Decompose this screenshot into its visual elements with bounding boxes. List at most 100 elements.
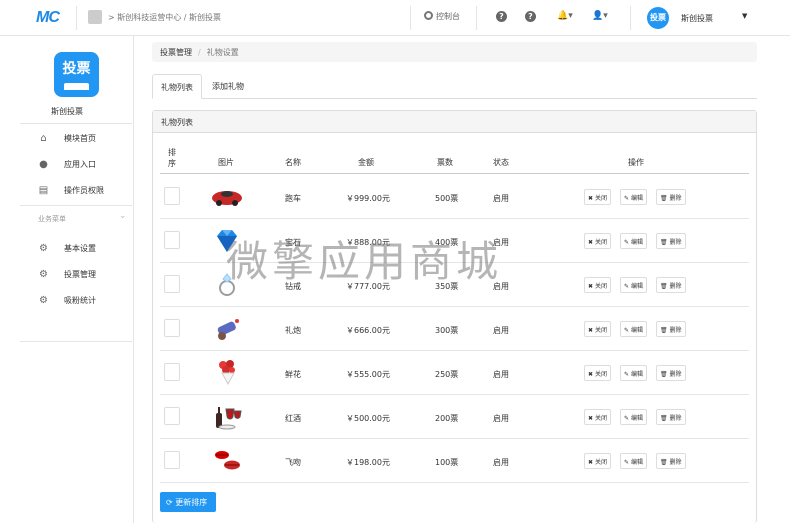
delete-button[interactable]: 🗑 删除 <box>656 321 686 337</box>
bell-icon[interactable]: 🔔▾ <box>557 11 573 21</box>
sidebar-item-settings[interactable]: ⚙ 基本设置 <box>38 240 96 256</box>
row-divider <box>160 306 749 307</box>
edit-button[interactable]: ✎ 编辑 <box>620 365 647 381</box>
close-button[interactable]: ✖ 关闭 <box>584 453 611 469</box>
sort-input[interactable] <box>164 407 180 425</box>
edit-button[interactable]: ✎ 编辑 <box>620 189 647 205</box>
gem-icon <box>217 230 237 252</box>
row-divider <box>160 438 749 439</box>
delete-label: 删除 <box>669 459 682 466</box>
edit-button[interactable]: ✎ 编辑 <box>620 409 647 425</box>
col-name: 名称 <box>285 158 301 167</box>
divider <box>20 123 132 124</box>
question-icon[interactable]: ? <box>525 11 536 22</box>
col-actions: 操作 <box>628 158 644 167</box>
close-label: 关闭 <box>594 327 607 334</box>
col-votes: 票数 <box>437 158 453 167</box>
sort-input[interactable] <box>164 319 180 337</box>
sort-input[interactable] <box>164 363 180 381</box>
gift-status: 启用 <box>493 282 509 291</box>
delete-button[interactable]: 🗑 删除 <box>656 189 686 205</box>
gift-status: 启用 <box>493 414 509 423</box>
edit-button[interactable]: ✎ 编辑 <box>620 453 647 469</box>
sidebar-item-vote-manage[interactable]: ⚙ 投票管理 <box>38 266 96 282</box>
row-divider <box>160 350 749 351</box>
user-name[interactable]: 斯创投票 <box>681 13 713 24</box>
close-button[interactable]: ✖ 关闭 <box>584 233 611 249</box>
sidebar-item-permissions[interactable]: ▤ 操作员权限 <box>38 182 104 198</box>
gift-status: 启用 <box>493 238 509 247</box>
col-sort: 排序 <box>168 148 176 168</box>
tab-add-gift[interactable]: 添加礼物 <box>204 74 252 99</box>
app-name: 斯创投票 <box>51 107 83 116</box>
sort-input[interactable] <box>164 231 180 249</box>
kiss-icon <box>215 451 240 470</box>
chevron-down-icon[interactable]: ▼ <box>742 12 747 20</box>
gift-amount: ￥666.00元 <box>346 326 390 335</box>
gift-votes: 400票 <box>435 238 459 247</box>
sort-input[interactable] <box>164 451 180 469</box>
close-button[interactable]: ✖ 关闭 <box>584 189 611 205</box>
breadcrumb: 投票管理 / 礼物设置 <box>152 42 757 62</box>
site-logo[interactable]: MC <box>36 9 60 27</box>
avatar[interactable]: 投票 <box>647 7 669 29</box>
tab-bar: 礼物列表 添加礼物 <box>152 74 757 99</box>
sidebar-item-label: 应用入口 <box>64 159 96 169</box>
help-icon[interactable]: ? <box>496 11 507 22</box>
delete-label: 删除 <box>669 327 682 334</box>
close-button[interactable]: ✖ 关闭 <box>584 409 611 425</box>
gift-name: 飞吻 <box>285 458 301 467</box>
delete-button[interactable]: 🗑 删除 <box>656 277 686 293</box>
close-button[interactable]: ✖ 关闭 <box>584 277 611 293</box>
chevron-down-icon[interactable]: ⌄ <box>119 211 127 221</box>
tab-gift-list[interactable]: 礼物列表 <box>152 74 202 99</box>
row-divider <box>160 218 749 219</box>
gift-name: 礼炮 <box>285 326 301 335</box>
top-breadcrumb[interactable]: > 斯创科技运营中心 / 斯创投票 <box>108 12 221 23</box>
ring-icon <box>219 273 235 296</box>
row-divider <box>160 262 749 263</box>
sidebar: 投票 斯创投票 ⌂ 模块首页 ● 应用入口 ▤ 操作员权限 业务菜单 ⌄ ⚙ 基本设置 … <box>0 36 134 523</box>
edit-button[interactable]: ✎ 编辑 <box>620 321 647 337</box>
delete-label: 删除 <box>669 371 682 378</box>
close-label: 关闭 <box>594 415 607 422</box>
edit-button[interactable]: ✎ 编辑 <box>620 277 647 293</box>
update-sort-button[interactable]: ⟳ 更新排序 <box>160 492 216 512</box>
user-icon[interactable]: 👤▾ <box>592 11 608 21</box>
divider <box>410 6 411 30</box>
close-button[interactable]: ✖ 关闭 <box>584 365 611 381</box>
delete-label: 删除 <box>669 239 682 246</box>
delete-button[interactable]: 🗑 删除 <box>656 365 686 381</box>
sidebar-item-fans-stats[interactable]: ⚙ 吸粉统计 <box>38 292 96 308</box>
gift-name: 宝石 <box>285 238 301 247</box>
row-divider <box>160 482 749 483</box>
console-link[interactable]: 控制台 <box>424 11 460 22</box>
edit-label: 编辑 <box>630 327 643 334</box>
gift-amount: ￥999.00元 <box>346 194 390 203</box>
app-logo: 投票 <box>54 52 99 97</box>
edit-label: 编辑 <box>630 195 643 202</box>
delete-button[interactable]: 🗑 删除 <box>656 409 686 425</box>
gift-votes: 250票 <box>435 370 459 379</box>
wine-icon <box>216 407 242 430</box>
sidebar-item-entry[interactable]: ● 应用入口 <box>38 156 96 172</box>
gift-amount: ￥198.00元 <box>346 458 390 467</box>
gift-amount: ￥555.00元 <box>346 370 390 379</box>
sidebar-item-home[interactable]: ⌂ 模块首页 <box>38 130 96 146</box>
breadcrumb-parent[interactable]: 投票管理 <box>160 48 192 57</box>
delete-label: 删除 <box>669 415 682 422</box>
gift-amount: ￥888.00元 <box>346 238 390 247</box>
home-icon[interactable] <box>88 10 102 24</box>
sort-input[interactable] <box>164 187 180 205</box>
edit-label: 编辑 <box>630 371 643 378</box>
ballot-box-icon <box>64 83 89 90</box>
gift-name: 钻戒 <box>285 282 301 291</box>
top-bar: MC > 斯创科技运营中心 / 斯创投票 控制台 ? ? 🔔▾ 👤▾ 投票 斯创… <box>0 0 790 36</box>
edit-button[interactable]: ✎ 编辑 <box>620 233 647 249</box>
sort-input[interactable] <box>164 275 180 293</box>
delete-button[interactable]: 🗑 删除 <box>656 233 686 249</box>
close-button[interactable]: ✖ 关闭 <box>584 321 611 337</box>
gift-amount: ￥500.00元 <box>346 414 390 423</box>
chat-icon: ● <box>39 158 48 170</box>
delete-button[interactable]: 🗑 删除 <box>656 453 686 469</box>
